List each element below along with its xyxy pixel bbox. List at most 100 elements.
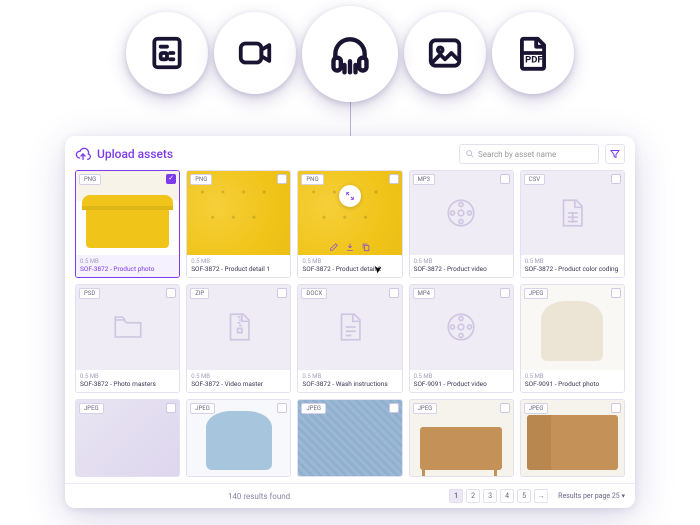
panel-header: Upload assets Search by asset name	[65, 136, 635, 170]
asset-card[interactable]: JPEG	[409, 399, 514, 477]
panel-footer: 140 results found 12345→ Results per pag…	[65, 483, 635, 508]
download-icon	[345, 242, 355, 252]
results-count: 140 results found	[75, 492, 443, 501]
select-checkbox[interactable]	[277, 403, 287, 413]
asset-thumbnail: JPEG	[76, 400, 179, 476]
asset-card[interactable]: DOCX 0.5 MBSOF-3872 - Wash instructions	[297, 284, 402, 392]
asset-size: 0.5 MB	[414, 258, 509, 265]
format-badge: JPEG	[413, 403, 438, 414]
bubble-pdf: PDF	[492, 12, 574, 94]
pdf-icon: PDF	[514, 34, 552, 72]
asset-card[interactable]: PNG0.5 MBSOF-3872 - Product detail 1	[186, 170, 291, 278]
select-checkbox[interactable]	[389, 403, 399, 413]
select-checkbox[interactable]	[166, 403, 176, 413]
asset-thumbnail: DOCX	[298, 285, 401, 369]
page-button[interactable]: 3	[483, 489, 497, 503]
bubble-audio	[302, 6, 398, 102]
format-badge: JPEG	[79, 403, 104, 414]
expand-button[interactable]	[339, 185, 361, 207]
page-button[interactable]: 4	[500, 489, 514, 503]
asset-name: SOF-9091 - Product photo	[525, 381, 620, 388]
format-badge: JPEG	[301, 403, 326, 414]
asset-size: 0.5 MB	[191, 373, 286, 380]
file-type-bubbles: PDF	[0, 0, 700, 102]
asset-size: 0.5 MB	[80, 258, 175, 265]
expand-icon	[345, 191, 355, 201]
image-icon	[426, 34, 464, 72]
asset-thumbnail: CSV	[521, 171, 624, 255]
cursor-icon: ➤	[372, 265, 384, 274]
asset-meta: 0.5 MBSOF-3872 - Product color coding	[521, 255, 624, 277]
video-icon	[236, 34, 274, 72]
asset-card[interactable]: JPEG	[75, 399, 180, 477]
page-button[interactable]: 5	[517, 489, 531, 503]
page-button[interactable]: 1	[449, 489, 463, 503]
select-checkbox[interactable]	[500, 288, 510, 298]
asset-card[interactable]: MP30.5 MBSOF-3872 - Product video	[409, 170, 514, 278]
document-icon	[148, 34, 186, 72]
asset-thumbnail: JPEG	[521, 400, 624, 476]
asset-card[interactable]: MP4 0.5 MBSOF-9091 - Product video	[409, 284, 514, 392]
asset-size: 0.5 MB	[525, 373, 620, 380]
bubble-document	[126, 12, 208, 94]
asset-meta: 0.5 MBSOF-3872 - Wash instructions	[298, 370, 401, 392]
asset-thumbnail: PNG	[298, 171, 401, 255]
select-checkbox[interactable]	[166, 288, 176, 298]
select-checkbox[interactable]	[166, 174, 176, 184]
asset-size: 0.5 MB	[414, 373, 509, 380]
select-checkbox[interactable]	[277, 174, 287, 184]
filter-button[interactable]	[605, 144, 625, 164]
bubble-image	[404, 12, 486, 94]
asset-card[interactable]: CSV0.5 MBSOF-3872 - Product color coding	[520, 170, 625, 278]
select-checkbox[interactable]	[500, 174, 510, 184]
asset-meta: 0.5 MBSOF-9091 - Product photo	[521, 370, 624, 392]
asset-card[interactable]: ZIP 0.5 MBSOF-3872 - Video master	[186, 284, 291, 392]
select-checkbox[interactable]	[277, 288, 287, 298]
asset-meta: 0.5 MBSOF-3872 - Product video	[410, 255, 513, 277]
asset-meta: 0.5 MBSOF-3872 - Product detail 2	[298, 255, 401, 277]
filter-icon	[609, 148, 621, 160]
edit-button[interactable]	[328, 241, 340, 253]
asset-meta: 0.5 MBSOF-3872 - Product photo	[76, 255, 179, 277]
asset-thumbnail: PNG	[187, 171, 290, 255]
asset-card[interactable]: PSD0.5 MBSOF-3872 - Photo masters	[75, 284, 180, 392]
asset-card[interactable]: PNG 0.5 MBSOF-3872 - Product detail 2➤	[297, 170, 402, 278]
format-badge: MP4	[413, 288, 435, 299]
asset-name: SOF-9091 - Product video	[414, 381, 509, 388]
results-per-page[interactable]: Results per page 25 ▾	[558, 492, 625, 500]
copy-button[interactable]	[360, 241, 372, 253]
next-page-button[interactable]: →	[534, 489, 548, 503]
asset-name: SOF-3872 - Video master	[191, 381, 286, 388]
bubble-video	[214, 12, 296, 94]
select-checkbox[interactable]	[611, 174, 621, 184]
asset-name: SOF-3872 - Product video	[414, 266, 509, 273]
select-checkbox[interactable]	[500, 403, 510, 413]
select-checkbox[interactable]	[389, 288, 399, 298]
format-badge: JPEG	[524, 403, 549, 414]
asset-card[interactable]: JPEG	[520, 399, 625, 477]
select-checkbox[interactable]	[611, 403, 621, 413]
asset-card[interactable]: JPEG	[297, 399, 402, 477]
select-checkbox[interactable]	[389, 174, 399, 184]
asset-card[interactable]: JPEG	[186, 399, 291, 477]
asset-name: SOF-3872 - Product detail 2	[302, 266, 397, 273]
asset-thumbnail: JPEG	[521, 285, 624, 369]
asset-thumbnail: ZIP	[187, 285, 290, 369]
asset-name: SOF-3872 - Product detail 1	[191, 266, 286, 273]
search-input[interactable]: Search by asset name	[459, 144, 599, 164]
asset-thumbnail: JPEG	[298, 400, 401, 476]
format-badge: DOCX	[301, 288, 327, 299]
page-button[interactable]: 2	[466, 489, 480, 503]
asset-card[interactable]: JPEG0.5 MBSOF-9091 - Product photo	[520, 284, 625, 392]
asset-size: 0.5 MB	[302, 373, 397, 380]
asset-size: 0.5 MB	[525, 258, 620, 265]
copy-icon	[361, 242, 371, 252]
audio-icon	[328, 32, 372, 76]
download-button[interactable]	[344, 241, 356, 253]
asset-meta: 0.5 MBSOF-9091 - Product video	[410, 370, 513, 392]
select-checkbox[interactable]	[611, 288, 621, 298]
asset-card[interactable]: PNG0.5 MBSOF-3872 - Product photo	[75, 170, 180, 278]
format-badge: PNG	[301, 174, 323, 185]
asset-thumbnail: JPEG	[187, 400, 290, 476]
svg-text:PDF: PDF	[525, 55, 543, 66]
